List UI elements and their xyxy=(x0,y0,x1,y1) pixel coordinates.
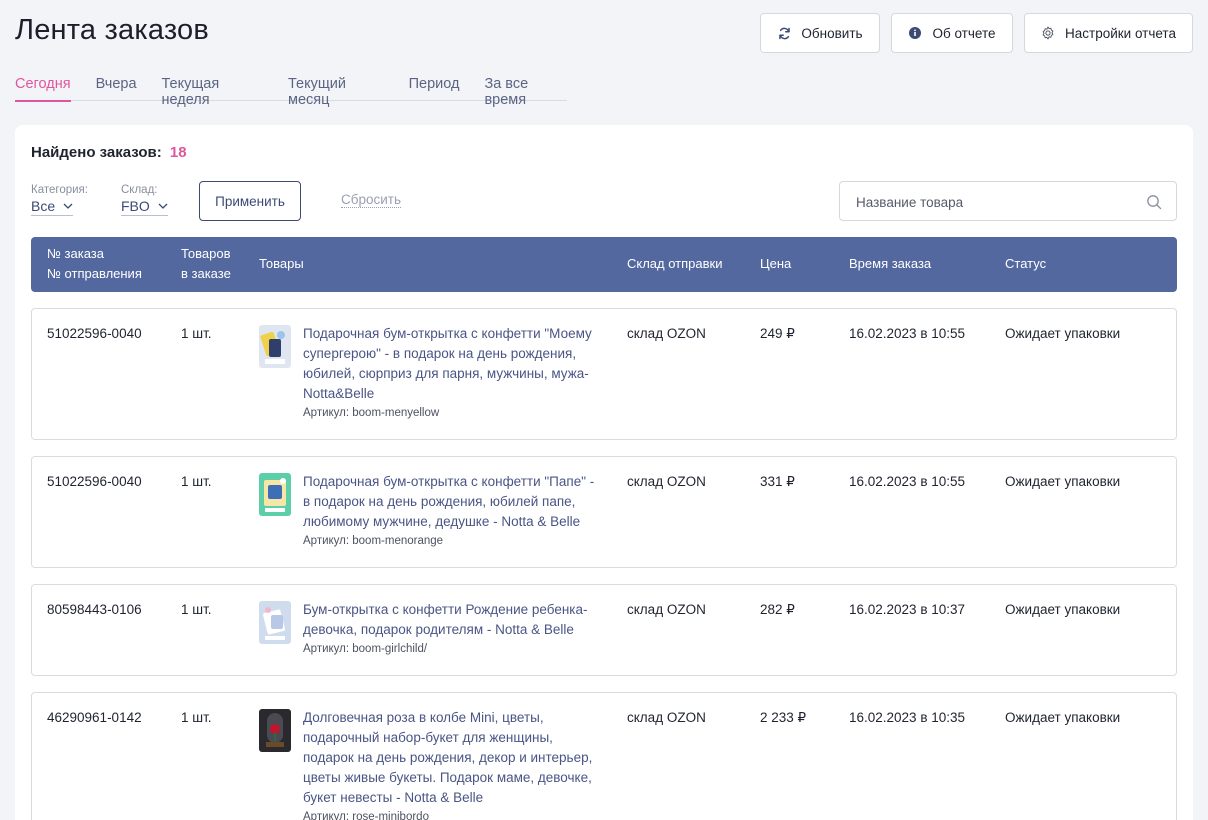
warehouse: склад OZON xyxy=(627,602,706,617)
order-qty: 1 шт. xyxy=(181,710,212,725)
info-icon xyxy=(908,26,922,40)
table-header: № заказа № отправления Товаров в заказе … xyxy=(31,237,1177,292)
product-info: Долговечная роза в колбе Mini, цветы, по… xyxy=(303,708,603,820)
chevron-down-icon xyxy=(158,203,168,209)
search-icon[interactable] xyxy=(1146,194,1162,210)
category-select-value: Все xyxy=(31,198,56,214)
product-link[interactable]: Долговечная роза в колбе Mini, цветы, по… xyxy=(303,708,603,808)
report-settings-button[interactable]: Настройки отчета xyxy=(1024,13,1193,53)
product-thumbnail[interactable] xyxy=(259,709,291,752)
order-number: 51022596-0040 xyxy=(47,474,142,489)
header-order-number: № заказа xyxy=(47,246,104,261)
period-tabs: Сегодня Вчера Текущая неделя Текущий мес… xyxy=(15,74,567,108)
price: 282 ₽ xyxy=(760,602,795,617)
order-qty: 1 шт. xyxy=(181,474,212,489)
gear-icon xyxy=(1041,26,1055,40)
reset-link[interactable]: Сбросить xyxy=(341,192,402,208)
order-qty: 1 шт. xyxy=(181,602,212,617)
product-thumbnail[interactable] xyxy=(259,473,291,516)
warehouse: склад OZON xyxy=(627,710,706,725)
product-thumbnail[interactable] xyxy=(259,325,291,368)
warehouse-select-value: FBO xyxy=(121,198,150,214)
order-time: 16.02.2023 в 10:35 xyxy=(849,710,966,725)
table-row[interactable]: 80598443-0106 1 шт. Бум-открытка с конфе… xyxy=(31,584,1177,676)
category-filter-label: Категория: xyxy=(31,184,88,196)
header-qty-line2: в заказе xyxy=(181,266,231,281)
chevron-down-icon xyxy=(63,203,73,209)
product-info: Подарочная бум-открытка с конфетти "Папе… xyxy=(303,472,603,549)
orders-card: Найдено заказов: 18 Категория: Все Склад… xyxy=(15,125,1193,820)
status-text: Ожидает упаковки xyxy=(1005,326,1121,341)
product-sku: Артикул: rose-minibordo xyxy=(303,811,429,820)
table-row[interactable]: 46290961-0142 1 шт. Долговечная роза в к… xyxy=(31,692,1177,820)
orders-feed-page: Лента заказов Обновить Об отчете Настрой… xyxy=(0,0,1208,820)
header-shipment-number: № отправления xyxy=(47,266,142,281)
price: 331 ₽ xyxy=(760,474,795,489)
status-text: Ожидает упаковки xyxy=(1005,602,1121,617)
product-info: Подарочная бум-открытка с конфетти "Моем… xyxy=(303,324,603,421)
header-products: Товары xyxy=(259,256,304,271)
tab-all-time[interactable]: За все время xyxy=(484,74,567,108)
price: 2 233 ₽ xyxy=(760,710,807,725)
order-time: 16.02.2023 в 10:55 xyxy=(849,326,966,341)
product-sku: Артикул: boom-menorange xyxy=(303,535,444,547)
order-number: 51022596-0040 xyxy=(47,326,142,341)
order-number: 46290961-0142 xyxy=(47,710,142,725)
order-number: 80598443-0106 xyxy=(47,602,142,617)
product-link[interactable]: Бум-открытка с конфетти Рождение ребенка… xyxy=(303,600,603,640)
product-info: Бум-открытка с конфетти Рождение ребенка… xyxy=(303,600,603,657)
product-search xyxy=(839,181,1177,221)
table-row[interactable]: 51022596-0040 1 шт. Подарочная бум-откры… xyxy=(31,456,1177,568)
warehouse-select[interactable]: FBO xyxy=(121,198,168,216)
refresh-button-label: Обновить xyxy=(801,25,863,41)
warehouse: склад OZON xyxy=(627,326,706,341)
product-search-input[interactable] xyxy=(856,192,1136,212)
header-qty[interactable]: Товаров в заказе xyxy=(181,244,231,284)
warehouse-filter: Склад: FBO xyxy=(121,184,168,216)
refresh-button[interactable]: Обновить xyxy=(760,13,880,53)
tab-today[interactable]: Сегодня xyxy=(15,74,71,102)
header-status[interactable]: Статус xyxy=(1005,254,1046,274)
order-time: 16.02.2023 в 10:55 xyxy=(849,474,966,489)
about-report-button-label: Об отчете xyxy=(932,25,996,41)
product-link[interactable]: Подарочная бум-открытка с конфетти "Папе… xyxy=(303,472,603,532)
orders-found: Найдено заказов: 18 xyxy=(31,144,187,161)
tab-current-week[interactable]: Текущая неделя xyxy=(162,74,263,108)
product-link[interactable]: Подарочная бум-открытка с конфетти "Моем… xyxy=(303,324,603,404)
tab-period[interactable]: Период xyxy=(409,74,460,101)
refresh-icon xyxy=(777,26,791,40)
about-report-button[interactable]: Об отчете xyxy=(891,13,1013,53)
status-text: Ожидает упаковки xyxy=(1005,474,1121,489)
warehouse-filter-label: Склад: xyxy=(121,184,158,196)
page-title: Лента заказов xyxy=(15,14,209,46)
status-text: Ожидает упаковки xyxy=(1005,710,1121,725)
price: 249 ₽ xyxy=(760,326,795,341)
warehouse: склад OZON xyxy=(627,474,706,489)
header-time[interactable]: Время заказа xyxy=(849,254,931,274)
category-filter: Категория: Все xyxy=(31,184,88,216)
header-price[interactable]: Цена xyxy=(760,254,791,274)
product-sku: Артикул: boom-girlchild/ xyxy=(303,643,428,655)
order-time: 16.02.2023 в 10:37 xyxy=(849,602,966,617)
product-thumbnail[interactable] xyxy=(259,601,291,644)
header-order[interactable]: № заказа № отправления xyxy=(47,244,142,284)
order-qty: 1 шт. xyxy=(181,326,212,341)
apply-button[interactable]: Применить xyxy=(199,181,301,221)
category-select[interactable]: Все xyxy=(31,198,74,216)
tab-yesterday[interactable]: Вчера xyxy=(96,74,137,101)
report-settings-button-label: Настройки отчета xyxy=(1065,25,1176,41)
product-sku: Артикул: boom-menyellow xyxy=(303,407,440,419)
orders-found-label: Найдено заказов: xyxy=(31,144,162,161)
header-warehouse[interactable]: Склад отправки xyxy=(627,254,723,274)
header-qty-line1: Товаров xyxy=(181,246,231,261)
table-row[interactable]: 51022596-0040 1 шт. Подарочная бум-откры… xyxy=(31,308,1177,440)
tab-current-month[interactable]: Текущий месяц xyxy=(288,74,384,108)
orders-found-count: 18 xyxy=(169,144,187,161)
